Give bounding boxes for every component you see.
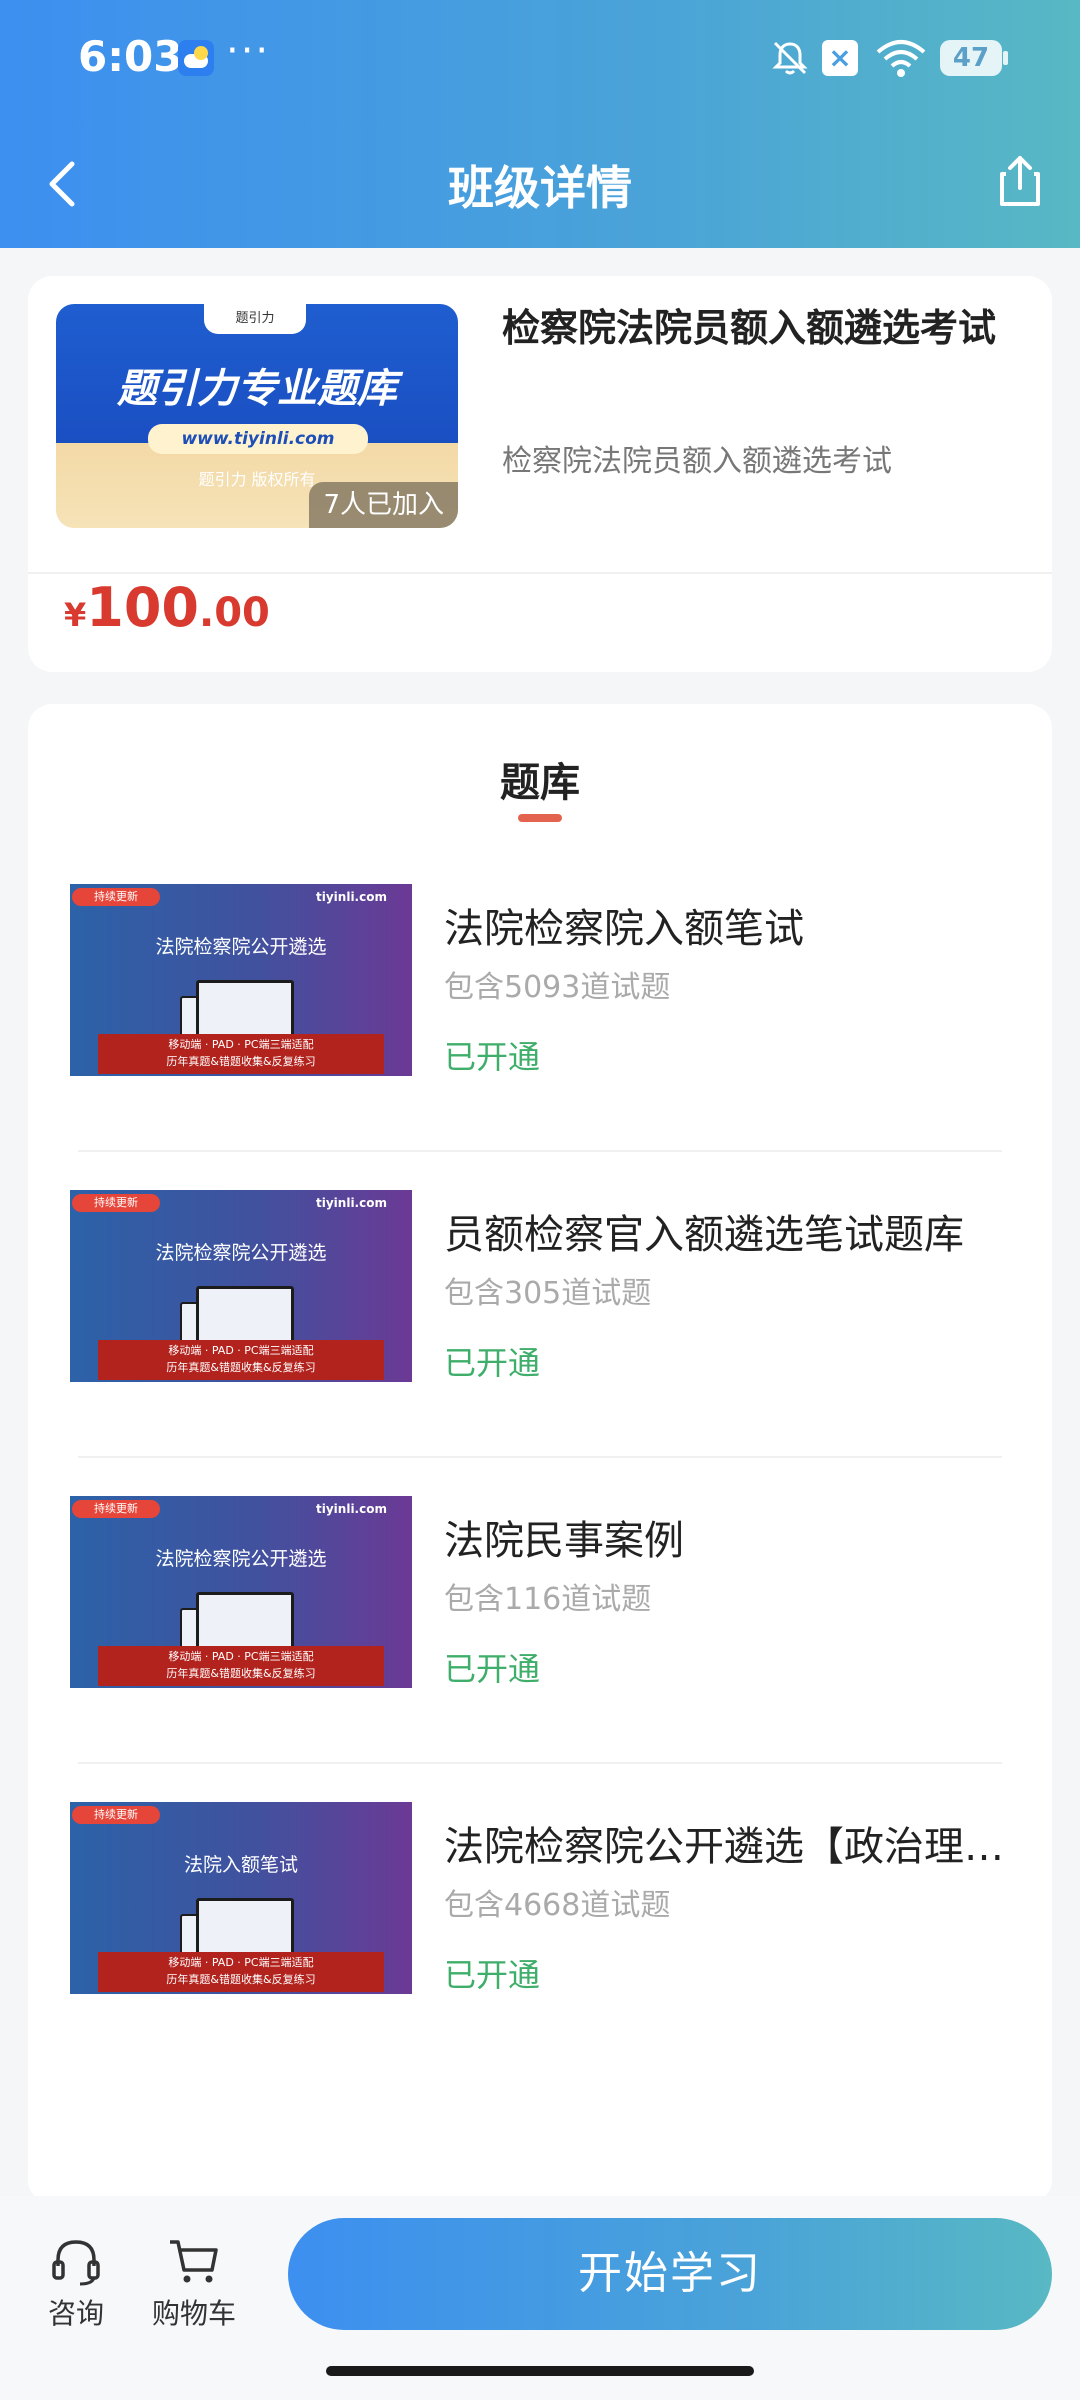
thumb-banner-line: 移动端 · PAD · PC端三端适配 xyxy=(168,1344,314,1357)
thumb-logo: tiyinli.com xyxy=(316,1196,387,1210)
thumb-monitor-graphic xyxy=(196,1592,294,1650)
price-currency-symbol: ¥ xyxy=(64,596,87,634)
bottom-action-bar: 咨询 购物车 开始学习 xyxy=(0,2196,1080,2400)
more-notifications-icon: ··· xyxy=(226,28,271,74)
weather-app-icon xyxy=(178,40,214,76)
thumb-update-tag: 持续更新 xyxy=(72,1194,160,1212)
question-bank-thumbnail: 持续更新 tiyinli.com 法院检察院公开遴选 移动端 · PAD · P… xyxy=(70,1190,412,1382)
app-header: 6:03 ··· × 47 班级详情 xyxy=(0,0,1080,248)
thumb-banner-line: 移动端 · PAD · PC端三端适配 xyxy=(168,1650,314,1663)
course-price: ¥100.00 xyxy=(64,576,270,639)
share-button[interactable] xyxy=(996,152,1044,208)
consult-button[interactable]: 咨询 xyxy=(36,2236,116,2336)
thumb-banner-line: 历年真题&错题收集&反复练习 xyxy=(166,1973,316,1986)
thumb-title: 法院检察院公开遴选 xyxy=(155,1548,327,1570)
joined-count-badge: 7人已加入 xyxy=(309,482,458,528)
item-divider xyxy=(78,1150,1002,1152)
home-indicator[interactable] xyxy=(326,2366,754,2376)
thumb-feature-banner: 移动端 · PAD · PC端三端适配 历年真题&错题收集&反复练习 xyxy=(98,1340,384,1380)
thumb-monitor-graphic xyxy=(196,1286,294,1344)
thumb-title: 法院检察院公开遴选 xyxy=(155,1242,327,1264)
activation-status: 已开通 xyxy=(444,1956,541,1994)
question-bank-thumbnail: 持续更新 tiyinli.com 法院检察院公开遴选 移动端 · PAD · P… xyxy=(70,884,412,1076)
question-bank-thumbnail: 持续更新 tiyinli.com 法院检察院公开遴选 移动端 · PAD · P… xyxy=(70,1496,412,1688)
question-count: 包含5093道试题 xyxy=(444,970,671,1005)
question-bank-item[interactable]: 持续更新 法院入额笔试 移动端 · PAD · PC端三端适配 历年真题&错题收… xyxy=(70,1802,1014,2002)
battery-indicator: 47 xyxy=(940,40,1008,76)
question-count: 包含305道试题 xyxy=(444,1276,652,1311)
mute-bell-icon xyxy=(772,41,808,75)
price-decimal: .00 xyxy=(199,590,270,636)
cover-brand-text: 题引力专业题库 xyxy=(117,366,397,412)
thumb-monitor-graphic xyxy=(196,1898,294,1956)
cart-button[interactable]: 购物车 xyxy=(146,2236,242,2336)
thumb-update-tag: 持续更新 xyxy=(72,1500,160,1518)
course-info-card: 题引力 题引力专业题库 www.tiyinli.com 题引力 版权所有 7人已… xyxy=(28,276,1052,672)
thumb-logo: tiyinli.com xyxy=(316,890,387,904)
question-bank-name: 法院检察院公开遴选【政治理论】 xyxy=(444,1824,1014,1870)
item-divider xyxy=(78,1762,1002,1764)
thumb-banner-line: 移动端 · PAD · PC端三端适配 xyxy=(168,1038,314,1051)
thumb-update-tag: 持续更新 xyxy=(72,888,160,906)
item-divider xyxy=(78,1456,1002,1458)
question-bank-item[interactable]: 持续更新 tiyinli.com 法院检察院公开遴选 移动端 · PAD · P… xyxy=(70,1190,1010,1390)
cover-logo-tab: 题引力 xyxy=(204,304,306,334)
thumb-feature-banner: 移动端 · PAD · PC端三端适配 历年真题&错题收集&反复练习 xyxy=(98,1952,384,1992)
question-bank-item[interactable]: 持续更新 tiyinli.com 法院检察院公开遴选 移动端 · PAD · P… xyxy=(70,884,1010,1084)
activation-status: 已开通 xyxy=(444,1038,541,1076)
page-title: 班级详情 xyxy=(448,161,632,215)
headset-icon xyxy=(52,2240,100,2286)
thumb-banner-line: 历年真题&错题收集&反复练习 xyxy=(166,1055,316,1068)
question-bank-name: 法院民事案例 xyxy=(444,1518,684,1564)
thumb-title: 法院入额笔试 xyxy=(183,1854,298,1876)
activation-status: 已开通 xyxy=(444,1344,541,1382)
thumb-banner-line: 历年真题&错题收集&反复练习 xyxy=(166,1667,316,1680)
thumb-title: 法院检察院公开遴选 xyxy=(155,936,327,958)
thumb-banner-line: 移动端 · PAD · PC端三端适配 xyxy=(168,1956,314,1969)
price-integer: 100 xyxy=(86,576,199,639)
status-bar: 6:03 ··· × 47 xyxy=(0,0,1080,120)
cover-url-text: www.tiyinli.com xyxy=(148,424,368,454)
cart-label: 购物车 xyxy=(151,2297,236,2330)
status-time: 6:03 xyxy=(78,32,183,81)
thumb-feature-banner: 移动端 · PAD · PC端三端适配 历年真题&错题收集&反复练习 xyxy=(98,1646,384,1686)
question-bank-thumbnail: 持续更新 法院入额笔试 移动端 · PAD · PC端三端适配 历年真题&错题收… xyxy=(70,1802,412,1994)
shopping-cart-icon xyxy=(170,2240,218,2283)
question-bank-item[interactable]: 持续更新 tiyinli.com 法院检察院公开遴选 移动端 · PAD · P… xyxy=(70,1496,1010,1696)
question-bank-card: 题库 持续更新 tiyinli.com 法院检察院公开遴选 移动端 · PAD … xyxy=(28,704,1052,2204)
consult-label: 咨询 xyxy=(47,2297,104,2330)
card-divider xyxy=(28,572,1052,574)
course-cover-image: 题引力 题引力专业题库 www.tiyinli.com 题引力 版权所有 7人已… xyxy=(56,304,458,528)
thumb-monitor-graphic xyxy=(196,980,294,1038)
x-app-icon: × xyxy=(822,40,858,76)
question-bank-name: 法院检察院入额笔试 xyxy=(444,906,804,952)
start-learning-button[interactable]: 开始学习 xyxy=(288,2218,1052,2330)
wifi-icon xyxy=(876,40,926,77)
question-count: 包含116道试题 xyxy=(444,1582,652,1617)
thumb-logo: tiyinli.com xyxy=(316,1502,387,1516)
thumb-banner-line: 历年真题&错题收集&反复练习 xyxy=(166,1361,316,1374)
thumb-update-tag: 持续更新 xyxy=(72,1806,160,1824)
tab-question-bank[interactable]: 题库 xyxy=(28,750,1052,808)
activation-status: 已开通 xyxy=(444,1650,541,1688)
course-subtitle: 检察院法院员额入额遴选考试 xyxy=(502,444,892,479)
course-title: 检察院法院员额入额遴选考试 xyxy=(502,306,997,350)
tab-active-indicator xyxy=(518,814,562,822)
thumb-feature-banner: 移动端 · PAD · PC端三端适配 历年真题&错题收集&反复练习 xyxy=(98,1034,384,1074)
question-bank-name: 员额检察官入额遴选笔试题库 xyxy=(444,1212,964,1258)
question-count: 包含4668道试题 xyxy=(444,1888,671,1923)
